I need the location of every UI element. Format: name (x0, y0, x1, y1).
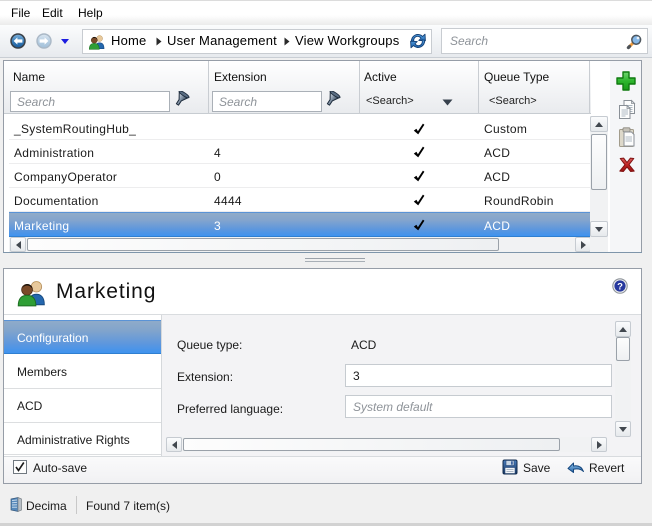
svg-text:?: ? (617, 281, 623, 292)
